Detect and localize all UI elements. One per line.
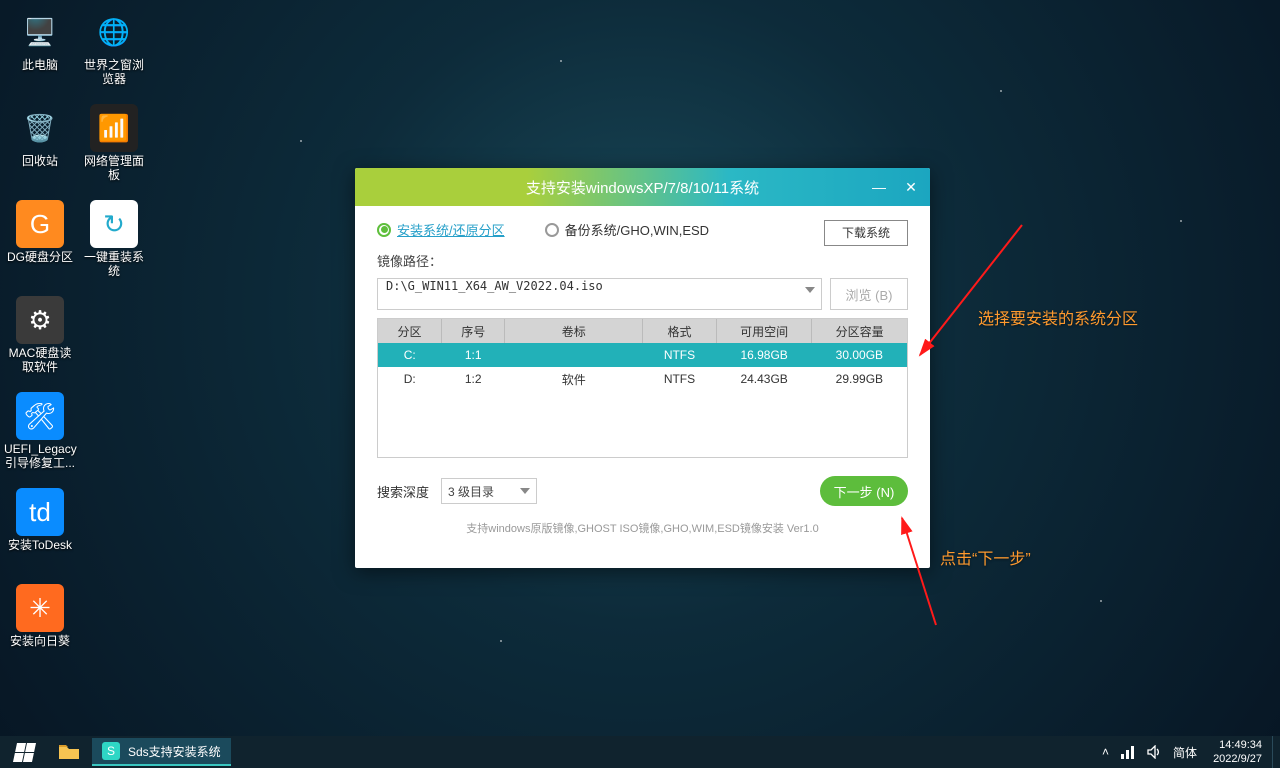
start-button[interactable] <box>0 736 48 768</box>
minimize-button[interactable]: — <box>866 174 892 200</box>
taskbar-clock[interactable]: 14:49:34 2022/9/27 <box>1203 738 1272 766</box>
desktop-icon-label: MAC硬盘读 取软件 <box>4 346 76 374</box>
desktop-icon-label: DG硬盘分区 <box>4 250 76 264</box>
column-header[interactable]: 卷标 <box>505 319 643 343</box>
app-icon: 🛠 <box>16 392 64 440</box>
app-icon: ⚙ <box>16 296 64 344</box>
tray-chevron-up-icon[interactable]: ˄ <box>1096 736 1115 768</box>
radio-dot-icon <box>377 223 391 237</box>
cell <box>505 343 643 367</box>
cell: 29.99GB <box>812 367 907 391</box>
install-restore-label: 安装系统/还原分区 <box>397 220 505 239</box>
partition-row[interactable]: C:1:1 NTFS16.98GB30.00GB <box>378 343 907 367</box>
close-button[interactable]: ✕ <box>898 174 924 200</box>
app-icon: td <box>16 488 64 536</box>
app-icon: G <box>16 200 64 248</box>
desktop-icon[interactable]: 🖥️ 此电脑 <box>4 8 76 72</box>
cell: D: <box>378 367 441 391</box>
desktop-icon-label: 安装向日葵 <box>4 634 76 648</box>
backup-label: 备份系统/GHO,WIN,ESD <box>565 220 709 239</box>
desktop-icon[interactable]: td 安装ToDesk <box>4 488 76 552</box>
column-header[interactable]: 格式 <box>642 319 716 343</box>
desktop-icon[interactable]: ⚙MAC硬盘读 取软件 <box>4 296 76 374</box>
app-icon: 🖥️ <box>16 8 64 56</box>
cell: 1:1 <box>441 343 504 367</box>
footer-note: 支持windows原版镜像,GHOST ISO镜像,GHO,WIM,ESD镜像安… <box>377 520 908 536</box>
app-icon: S <box>102 742 120 760</box>
file-explorer-button[interactable] <box>48 736 90 768</box>
desktop-icon-label: 此电脑 <box>4 58 76 72</box>
desktop-icon[interactable]: 🗑️ 回收站 <box>4 104 76 168</box>
desktop-icon-label: 网络管理面 板 <box>78 154 150 182</box>
app-icon: ✳ <box>16 584 64 632</box>
desktop-icon-label: 一键重装系 统 <box>78 250 150 278</box>
titlebar[interactable]: 支持安装windowsXP/7/8/10/11系统 — ✕ <box>355 168 930 206</box>
installer-dialog: 支持安装windowsXP/7/8/10/11系统 — ✕ 安装系统/还原分区 … <box>355 168 930 568</box>
system-tray: ˄ 简体 14:49:34 2022/9/27 <box>1096 736 1280 768</box>
column-header[interactable]: 序号 <box>441 319 504 343</box>
cell: 1:2 <box>441 367 504 391</box>
app-icon: ↻ <box>90 200 138 248</box>
next-button[interactable]: 下一步 (N) <box>820 476 908 506</box>
clock-time: 14:49:34 <box>1213 738 1262 752</box>
desktop-icon-label: 世界之窗浏 览器 <box>78 58 150 86</box>
taskbar-app-label: Sds支持安装系统 <box>128 743 221 760</box>
show-desktop-button[interactable] <box>1272 736 1280 768</box>
backup-radio[interactable]: 备份系统/GHO,WIN,ESD <box>545 220 709 239</box>
windows-logo-icon <box>12 743 35 762</box>
cell: C: <box>378 343 441 367</box>
tray-volume-icon[interactable] <box>1141 736 1167 768</box>
install-restore-radio[interactable]: 安装系统/还原分区 <box>377 220 505 239</box>
desktop-icon[interactable]: 📶网络管理面 板 <box>78 104 150 182</box>
app-icon: 🌐 <box>90 8 138 56</box>
radio-dot-icon <box>545 223 559 237</box>
chevron-down-icon <box>805 287 815 293</box>
taskbar-app-installer[interactable]: S Sds支持安装系统 <box>92 738 231 766</box>
app-icon: 🗑️ <box>16 104 64 152</box>
desktop-icon-label: UEFI_Legacy 引导修复工... <box>4 442 76 470</box>
search-depth-value: 3 级目录 <box>448 483 494 500</box>
cell: 24.43GB <box>717 367 812 391</box>
window-title: 支持安装windowsXP/7/8/10/11系统 <box>526 177 759 198</box>
partition-row[interactable]: D:1:2软件NTFS24.43GB29.99GB <box>378 367 907 391</box>
desktop-icons: 🖥️此电脑🌐世界之窗浏 览器🗑️回收站📶网络管理面 板GDG硬盘分区↻一键重装系… <box>4 8 164 708</box>
column-header[interactable]: 可用空间 <box>717 319 812 343</box>
desktop-icon[interactable]: 🌐世界之窗浏 览器 <box>78 8 150 86</box>
cell: NTFS <box>642 343 716 367</box>
arrow-icon <box>896 510 976 630</box>
tray-network-icon[interactable] <box>1115 736 1141 768</box>
search-depth-label: 搜索深度 <box>377 482 429 501</box>
arrow-icon <box>912 215 1032 365</box>
image-path-label: 镜像路径： <box>377 251 908 270</box>
download-system-button[interactable]: 下载系统 <box>824 220 908 246</box>
desktop-icon[interactable]: ✳ 安装向日葵 <box>4 584 76 648</box>
browse-button[interactable]: 浏览 (B) <box>830 278 908 310</box>
taskbar: S Sds支持安装系统 ˄ 简体 14:49:34 2022/9/27 <box>0 736 1280 768</box>
desktop-icon-label: 回收站 <box>4 154 76 168</box>
column-header[interactable]: 分区容量 <box>812 319 907 343</box>
image-path-dropdown[interactable]: D:\G_WIN11_X64_AW_V2022.04.iso <box>377 278 822 310</box>
desktop-icon[interactable]: ↻一键重装系 统 <box>78 200 150 278</box>
desktop-icon[interactable]: G DG硬盘分区 <box>4 200 76 264</box>
desktop-icon-label: 安装ToDesk <box>4 538 76 552</box>
cell: 16.98GB <box>717 343 812 367</box>
cell: NTFS <box>642 367 716 391</box>
chevron-down-icon <box>520 488 530 494</box>
column-header[interactable]: 分区 <box>378 319 441 343</box>
app-icon: 📶 <box>90 104 138 152</box>
image-path-value: D:\G_WIN11_X64_AW_V2022.04.iso <box>386 279 603 293</box>
desktop-icon[interactable]: 🛠UEFI_Legacy 引导修复工... <box>4 392 76 470</box>
clock-date: 2022/9/27 <box>1213 752 1262 766</box>
cell: 软件 <box>505 367 643 391</box>
search-depth-select[interactable]: 3 级目录 <box>441 478 537 504</box>
partition-table: 分区序号卷标格式可用空间分区容量 C:1:1 NTFS16.98GB30.00GB… <box>377 318 908 458</box>
ime-indicator[interactable]: 简体 <box>1167 736 1203 768</box>
cell: 30.00GB <box>812 343 907 367</box>
